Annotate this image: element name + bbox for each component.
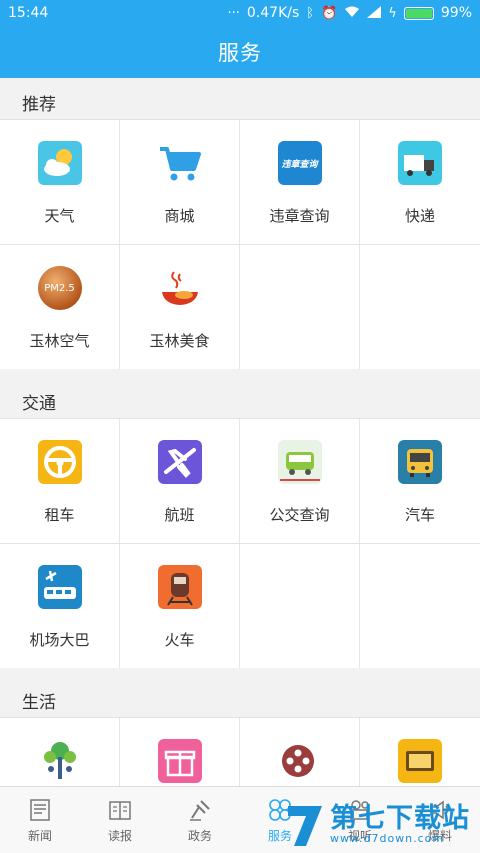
service-life-2[interactable] [120,718,240,786]
section-title-life: 生活 [0,683,480,717]
empty-cell [240,245,360,369]
service-label: 天气 [44,207,75,225]
steering-wheel-icon [37,440,82,484]
recommend-grid: 天气 商城 违章查询 违章查询 快递 PM2.5 玉林空气 玉林美食 [0,119,480,369]
battery-icon [403,6,434,20]
service-mall[interactable]: 商城 [120,120,240,244]
status-indicators: ··· 0.47K/s ᛒ ⏰ ϟ 99% [228,5,472,21]
gift-icon [157,739,202,783]
service-flight[interactable]: 航班 [120,419,240,543]
section-title-recommend: 推荐 [0,85,480,119]
service-bus-query[interactable]: 公交查询 [240,419,360,543]
battery-level: 99% [440,5,472,21]
status-time: 15:44 [8,5,49,21]
weather-icon [37,141,82,185]
air-quality-icon: PM2.5 [37,266,82,310]
traffic-grid: 租车 航班 公交查询 汽车 机场大巴 火车 [0,418,480,668]
service-label: 快递 [404,207,435,225]
service-label: 商城 [164,207,195,225]
service-label: 玉林空气 [29,332,90,350]
service-life-3[interactable] [240,718,360,786]
watermark-logo [288,806,322,846]
service-label: 公交查询 [269,506,330,524]
service-label: 火车 [164,631,195,649]
watermark-url: www.d7down.com [330,832,445,845]
service-yulin-air[interactable]: PM2.5 玉林空气 [0,245,120,369]
train-icon [157,565,202,609]
watermark-texts: 第七下载站 www.d7down.com [330,805,470,845]
airport-bus-icon [37,565,82,609]
service-label: 机场大巴 [29,631,90,649]
network-speed: 0.47K/s [246,5,300,21]
tab-news[interactable]: 新闻 [0,787,80,853]
alarm-icon: ⏰ [321,5,338,21]
service-label: 租车 [44,506,75,524]
empty-cell [360,544,480,668]
violation-query-icon: 违章查询 [277,141,322,185]
gavel-icon [190,800,210,821]
tab-label: 读报 [107,829,132,843]
services-content[interactable]: 推荐 天气 商城 违章查询 违章查询 快递 PM2.5 玉林空气 玉林美食 交通… [0,78,480,786]
service-express[interactable]: 快递 [360,120,480,244]
charging-icon: ϟ [388,5,397,21]
tab-government[interactable]: 政务 [160,787,240,853]
newspaper-icon [109,801,131,820]
service-life-4[interactable] [360,718,480,786]
service-car-rental[interactable]: 租车 [0,419,120,543]
service-train[interactable]: 火车 [120,544,240,668]
violation-icon-text: 违章查询 [281,159,318,170]
air-icon-text: PM2.5 [44,282,75,294]
delivery-truck-icon [398,141,442,185]
bluetooth-icon: ᛒ [306,5,315,21]
food-bowl-icon [158,266,202,310]
service-violation-query[interactable]: 违章查询 违章查询 [240,120,360,244]
tv-icon [398,739,442,783]
airplane-icon [157,440,202,484]
tree-people-icon [38,739,82,783]
wifi-icon [344,6,360,21]
bus-query-icon [277,440,322,484]
service-label: 违章查询 [269,207,330,225]
tab-label: 新闻 [27,829,52,843]
news-icon [30,799,50,821]
service-life-1[interactable] [0,718,120,786]
more-dots-icon: ··· [227,5,240,21]
coach-bus-icon [398,440,442,484]
site-watermark: 第七下载站 www.d7down.com [284,800,474,850]
tab-label: 政务 [187,829,212,843]
service-coach[interactable]: 汽车 [360,419,480,543]
status-bar: 15:44 ··· 0.47K/s ᛒ ⏰ ϟ 99% [0,0,480,26]
service-airport-bus[interactable]: 机场大巴 [0,544,120,668]
service-yulin-food[interactable]: 玉林美食 [120,245,240,369]
section-title-traffic: 交通 [0,384,480,418]
service-label: 玉林美食 [149,332,210,350]
tab-read-paper[interactable]: 读报 [80,787,160,853]
life-grid [0,717,480,786]
service-weather[interactable]: 天气 [0,120,120,244]
shopping-cart-icon [158,141,202,185]
watermark-title: 第七下载站 [330,803,470,834]
service-label: 汽车 [404,506,435,524]
app-header: 服务 [0,26,480,78]
signal-icon [367,5,382,21]
empty-cell [240,544,360,668]
page-title: 服务 [218,41,262,65]
film-reel-icon [278,739,322,783]
service-label: 航班 [164,506,195,524]
empty-cell [360,245,480,369]
